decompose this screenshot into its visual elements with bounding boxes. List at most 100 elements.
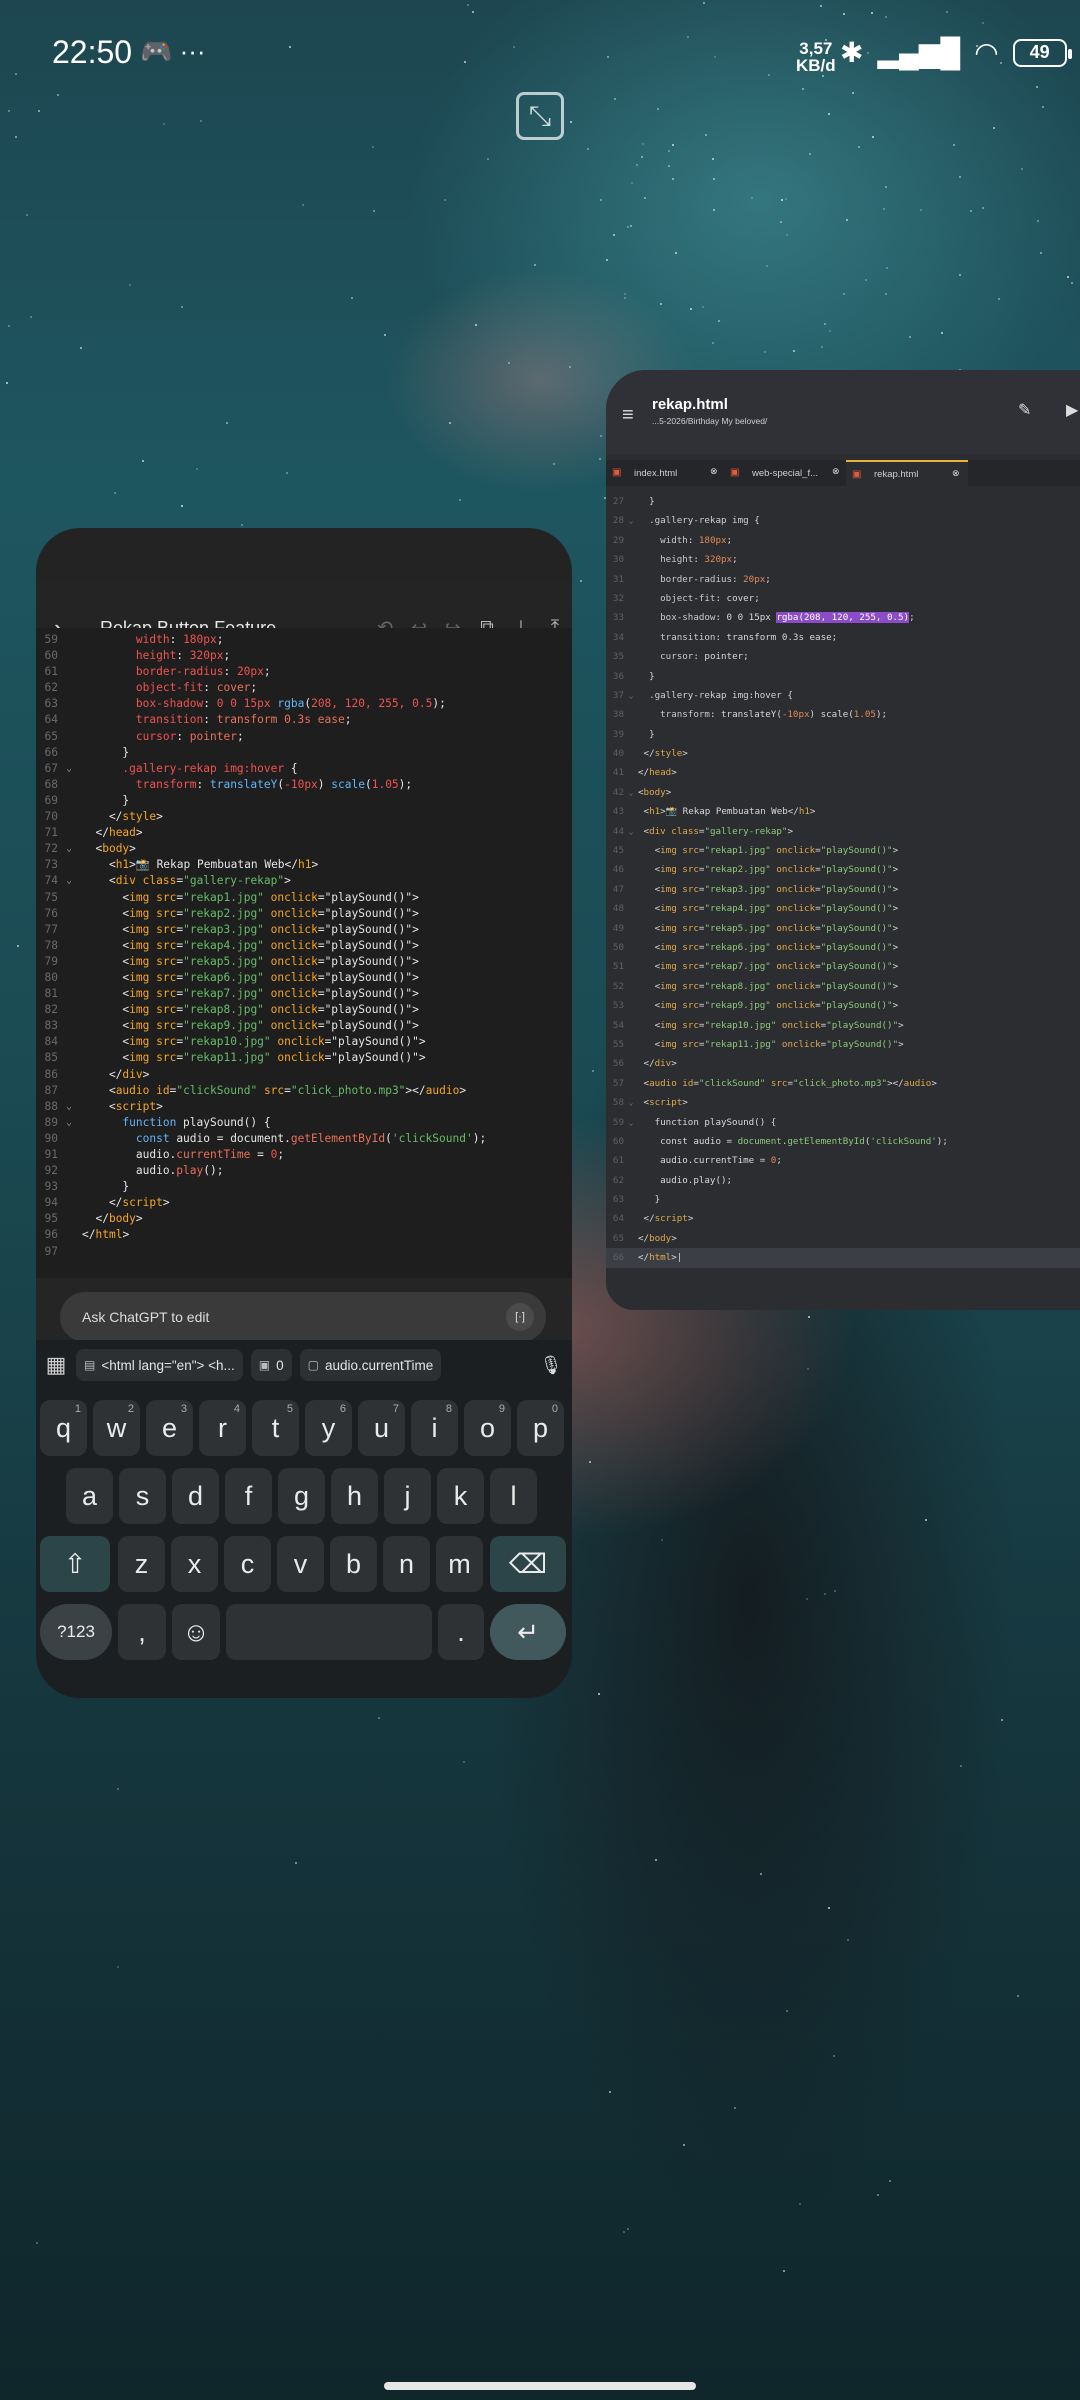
code-line[interactable]: 83 <img src="rekap9.jpg" onclick="playSo… bbox=[36, 1018, 572, 1034]
emoji-key[interactable]: ☺ bbox=[172, 1604, 220, 1660]
code-line[interactable]: 72 ⌄ <body> bbox=[36, 841, 572, 857]
backspace-key[interactable]: ⌫ bbox=[490, 1536, 566, 1592]
fold-chevron-icon[interactable]: ⌄ bbox=[66, 1099, 82, 1115]
code-line[interactable]: 80 <img src="rekap6.jpg" onclick="playSo… bbox=[36, 970, 572, 986]
code-line[interactable]: 65 cursor: pointer; bbox=[36, 729, 572, 745]
code-line[interactable]: 92 audio.play(); bbox=[36, 1163, 572, 1179]
code-line[interactable]: 55 <img src="rekap11.jpg" onclick="playS… bbox=[606, 1035, 1080, 1054]
apps-grid-icon[interactable]: ▦ bbox=[44, 1352, 68, 1377]
key-f[interactable]: f bbox=[225, 1468, 272, 1524]
code-line[interactable]: 33 box-shadow: 0 0 15px rgba(208, 120, 2… bbox=[606, 608, 1080, 627]
code-line[interactable]: 35 cursor: pointer; bbox=[606, 647, 1080, 666]
code-line[interactable]: 61 border-radius: 20px; bbox=[36, 664, 572, 680]
code-line[interactable]: 77 <img src="rekap3.jpg" onclick="playSo… bbox=[36, 922, 572, 938]
code-editor-app-window[interactable]: ≡ rekap.html ...5-2026/Birthday My belov… bbox=[606, 370, 1080, 1310]
code-line[interactable]: 51 <img src="rekap7.jpg" onclick="playSo… bbox=[606, 957, 1080, 976]
code-line[interactable]: 37 ⌄ .gallery-rekap img:hover { bbox=[606, 686, 1080, 705]
code-line[interactable]: 86 </div> bbox=[36, 1067, 572, 1083]
suggestion-chip[interactable]: ▢ audio.currentTime bbox=[299, 1349, 442, 1381]
code-line[interactable]: 54 <img src="rekap10.jpg" onclick="playS… bbox=[606, 1016, 1080, 1035]
symbols-key[interactable]: ?123 bbox=[40, 1604, 112, 1660]
code-line[interactable]: 68 transform: translateY(-10px) scale(1.… bbox=[36, 777, 572, 793]
key-t[interactable]: t5 bbox=[252, 1400, 299, 1456]
tab-rekap-html[interactable]: ▣ rekap.html ⊗ bbox=[846, 460, 968, 486]
close-tab-icon[interactable]: ⊗ bbox=[832, 466, 840, 477]
suggestion-chip[interactable]: ▤ <html lang="en"> <h... bbox=[76, 1349, 243, 1381]
key-e[interactable]: e3 bbox=[146, 1400, 193, 1456]
code-line[interactable]: 38 transform: translateY(-10px) scale(1.… bbox=[606, 705, 1080, 724]
code-line[interactable]: 34 transition: transform 0.3s ease; bbox=[606, 628, 1080, 647]
tab-web-special[interactable]: ▣ web-special_f... ⊗ bbox=[724, 460, 846, 486]
key-d[interactable]: d bbox=[172, 1468, 219, 1524]
tab-index-html[interactable]: ▣ index.html ⊗ bbox=[606, 460, 724, 486]
code-line[interactable]: 75 <img src="rekap1.jpg" onclick="playSo… bbox=[36, 890, 572, 906]
code-line[interactable]: 84 <img src="rekap10.jpg" onclick="playS… bbox=[36, 1034, 572, 1050]
code-line[interactable]: 60 height: 320px; bbox=[36, 648, 572, 664]
code-line[interactable]: 39 } bbox=[606, 725, 1080, 744]
code-line[interactable]: 56 </div> bbox=[606, 1054, 1080, 1073]
close-tab-icon[interactable]: ⊗ bbox=[710, 466, 718, 477]
key-n[interactable]: n bbox=[383, 1536, 430, 1592]
code-line[interactable]: 65 </body> bbox=[606, 1229, 1080, 1248]
key-y[interactable]: y6 bbox=[305, 1400, 352, 1456]
code-line[interactable]: 66 } bbox=[36, 745, 572, 761]
fold-chevron-icon[interactable]: ⌄ bbox=[624, 1113, 638, 1132]
key-j[interactable]: j bbox=[384, 1468, 431, 1524]
code-line[interactable]: 96 </html> bbox=[36, 1227, 572, 1243]
code-line[interactable]: 36 } bbox=[606, 667, 1080, 686]
space-key[interactable] bbox=[226, 1604, 432, 1660]
code-line[interactable]: 62 object-fit: cover; bbox=[36, 680, 572, 696]
code-line[interactable]: 57 <audio id="clickSound" src="click_pho… bbox=[606, 1074, 1080, 1093]
code-line[interactable]: 48 <img src="rekap4.jpg" onclick="playSo… bbox=[606, 899, 1080, 918]
code-line[interactable]: 59 width: 180px; bbox=[36, 632, 572, 648]
code-line[interactable]: 69 } bbox=[36, 793, 572, 809]
code-line[interactable]: 60 const audio = document.getElementById… bbox=[606, 1132, 1080, 1151]
code-line[interactable]: 61 audio.currentTime = 0; bbox=[606, 1151, 1080, 1170]
code-line[interactable]: 88 ⌄ <script> bbox=[36, 1099, 572, 1115]
code-line[interactable]: 40 </style> bbox=[606, 744, 1080, 763]
fold-chevron-icon[interactable]: ⌄ bbox=[624, 511, 638, 530]
key-w[interactable]: w2 bbox=[93, 1400, 140, 1456]
microphone-icon[interactable]: 🎙 bbox=[538, 1355, 564, 1376]
code-line[interactable]: 64 </script> bbox=[606, 1209, 1080, 1228]
key-q[interactable]: q1 bbox=[40, 1400, 87, 1456]
code-area[interactable]: 27 } 28 ⌄ .gallery-rekap img {29 width: 18… bbox=[606, 492, 1080, 1268]
code-line[interactable]: 79 <img src="rekap5.jpg" onclick="playSo… bbox=[36, 954, 572, 970]
key-i[interactable]: i8 bbox=[411, 1400, 458, 1456]
code-line[interactable]: 73 <h1>📸 Rekap Pembuatan Web</h1> bbox=[36, 857, 572, 873]
key-b[interactable]: b bbox=[330, 1536, 377, 1592]
key-h[interactable]: h bbox=[331, 1468, 378, 1524]
period-key[interactable]: . bbox=[438, 1604, 484, 1660]
key-v[interactable]: v bbox=[277, 1536, 324, 1592]
fold-chevron-icon[interactable]: ⌄ bbox=[624, 1093, 638, 1112]
menu-icon[interactable]: ≡ bbox=[622, 404, 634, 427]
code-line[interactable]: 53 <img src="rekap9.jpg" onclick="playSo… bbox=[606, 996, 1080, 1015]
code-line[interactable]: 49 <img src="rekap5.jpg" onclick="playSo… bbox=[606, 919, 1080, 938]
key-r[interactable]: r4 bbox=[199, 1400, 246, 1456]
code-line[interactable]: 93 } bbox=[36, 1179, 572, 1195]
code-line[interactable]: 63 } bbox=[606, 1190, 1080, 1209]
code-line[interactable]: 74 ⌄ <div class="gallery-rekap"> bbox=[36, 873, 572, 889]
code-line[interactable]: 29 width: 180px; bbox=[606, 531, 1080, 550]
code-line[interactable]: 81 <img src="rekap7.jpg" onclick="playSo… bbox=[36, 986, 572, 1002]
home-indicator[interactable] bbox=[384, 2382, 696, 2390]
minimize-windows-button[interactable]: ⤡ bbox=[516, 92, 564, 140]
code-line[interactable]: 59 ⌄ function playSound() { bbox=[606, 1113, 1080, 1132]
key-o[interactable]: o9 bbox=[464, 1400, 511, 1456]
code-line[interactable]: 63 box-shadow: 0 0 15px rgba(208, 120, 2… bbox=[36, 696, 572, 712]
key-k[interactable]: k bbox=[437, 1468, 484, 1524]
code-line[interactable]: 89 ⌄ function playSound() { bbox=[36, 1115, 572, 1131]
pencil-icon[interactable]: ✎ bbox=[1018, 400, 1031, 420]
code-line[interactable]: 27 } bbox=[606, 492, 1080, 511]
code-line[interactable]: 64 transition: transform 0.3s ease; bbox=[36, 712, 572, 728]
fold-chevron-icon[interactable]: ⌄ bbox=[66, 841, 82, 857]
ask-input[interactable]: Ask ChatGPT to edit [·] bbox=[60, 1292, 546, 1342]
key-x[interactable]: x bbox=[171, 1536, 218, 1592]
code-line[interactable]: 45 <img src="rekap1.jpg" onclick="playSo… bbox=[606, 841, 1080, 860]
code-line[interactable]: 85 <img src="rekap11.jpg" onclick="playS… bbox=[36, 1050, 572, 1066]
code-line[interactable]: 78 <img src="rekap4.jpg" onclick="playSo… bbox=[36, 938, 572, 954]
code-line[interactable]: 87 <audio id="clickSound" src="click_pho… bbox=[36, 1083, 572, 1099]
code-line[interactable]: 30 height: 320px; bbox=[606, 550, 1080, 569]
code-line[interactable]: 42 ⌄ <body> bbox=[606, 783, 1080, 802]
code-line[interactable]: 67 ⌄ .gallery-rekap img:hover { bbox=[36, 761, 572, 777]
